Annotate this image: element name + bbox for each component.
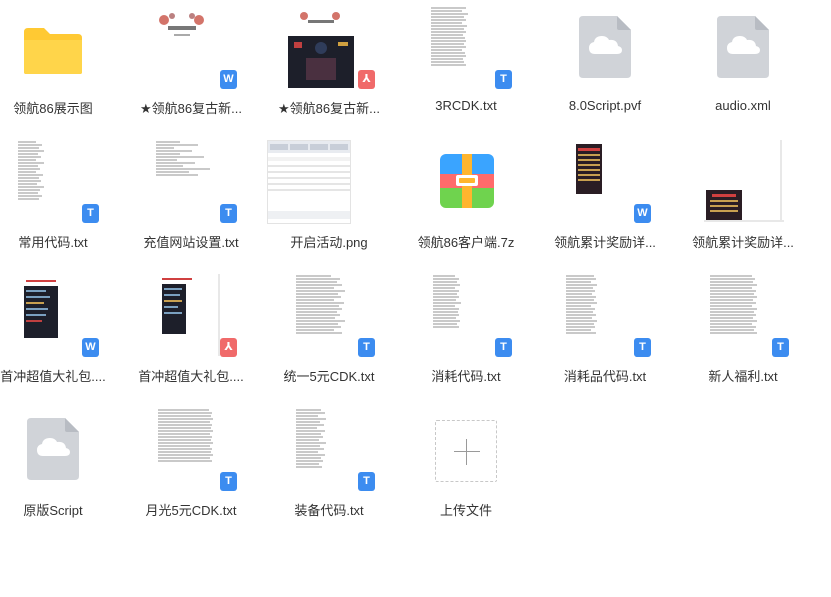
document-thumbnail xyxy=(22,274,82,356)
upload-file-button[interactable]: 上传文件 xyxy=(397,406,535,540)
txt-file-icon: T xyxy=(634,338,651,357)
txt-file-icon: T xyxy=(220,204,237,223)
file-label: 月光5元CDK.txt xyxy=(145,503,237,518)
image-thumbnail xyxy=(702,140,784,222)
file-item-txt[interactable]: T 常用代码.txt xyxy=(0,138,122,272)
file-label: 新人福利.txt xyxy=(708,369,778,384)
file-item-txt[interactable]: T 3RCDK.txt xyxy=(397,4,535,138)
file-label: audio.xml xyxy=(715,98,771,113)
file-label: 8.0Script.pvf xyxy=(568,98,642,113)
file-label: 常用代码.txt xyxy=(18,235,88,250)
text-thumbnail xyxy=(18,140,62,224)
folder-icon xyxy=(24,28,82,74)
txt-file-icon: T xyxy=(358,338,375,357)
file-grid: 领航86展示图 W ★领航86复古新... ⅄ ★领航86复古新... T 3R… xyxy=(0,0,831,597)
file-label: 消耗代码.txt xyxy=(431,369,501,384)
word-doc-icon: W xyxy=(82,338,99,357)
text-thumbnail xyxy=(296,408,346,492)
text-thumbnail xyxy=(296,274,354,358)
file-label: ★领航86复古新... xyxy=(278,101,380,116)
file-label: 原版Script xyxy=(23,503,83,518)
file-item-pvf[interactable]: 8.0Script.pvf xyxy=(536,4,674,138)
file-label: 消耗品代码.txt xyxy=(563,369,647,384)
file-label: 充值网站设置.txt xyxy=(143,235,239,250)
text-thumbnail xyxy=(431,6,475,90)
cloud-file-icon xyxy=(27,418,79,480)
txt-file-icon: T xyxy=(358,472,375,491)
text-thumbnail xyxy=(566,274,616,358)
file-item-image[interactable]: 领航累计奖励详... xyxy=(674,138,812,272)
document-thumbnail xyxy=(286,8,356,90)
file-item-word-doc[interactable]: W ★领航86复古新... xyxy=(122,4,260,138)
txt-file-icon: T xyxy=(495,70,512,89)
txt-file-icon: T xyxy=(495,338,512,357)
document-thumbnail xyxy=(570,140,626,222)
upload-dropzone[interactable] xyxy=(435,420,497,482)
text-thumbnail xyxy=(158,408,218,492)
file-item-word-doc[interactable]: W 领航累计奖励详... xyxy=(536,138,674,272)
file-item-txt[interactable]: T 新人福利.txt xyxy=(674,272,812,406)
word-doc-icon: W xyxy=(220,70,237,89)
document-thumbnail xyxy=(148,274,220,356)
file-item-png[interactable]: 开启活动.png xyxy=(260,138,398,272)
file-item-pdf-doc[interactable]: ⅄ 首冲超值大礼包.... xyxy=(122,272,260,406)
file-label: ★领航86复古新... xyxy=(140,101,242,116)
plus-icon xyxy=(454,451,480,452)
file-item-script[interactable]: 原版Script xyxy=(0,406,122,540)
image-thumbnail xyxy=(267,140,351,224)
file-label: 领航86客户端.7z xyxy=(417,235,515,250)
text-thumbnail xyxy=(156,140,216,224)
file-item-pdf-doc[interactable]: ⅄ ★领航86复古新... xyxy=(260,4,398,138)
file-label: 3RCDK.txt xyxy=(435,98,497,113)
txt-file-icon: T xyxy=(772,338,789,357)
file-label: 首冲超值大礼包.... xyxy=(138,369,244,384)
file-label: 开启活动.png xyxy=(290,235,368,250)
file-item-txt[interactable]: T 消耗代码.txt xyxy=(397,272,535,406)
cloud-file-icon xyxy=(717,16,769,78)
file-label: 统一5元CDK.txt xyxy=(283,369,375,384)
txt-file-icon: T xyxy=(82,204,99,223)
file-item-txt[interactable]: T 充值网站设置.txt xyxy=(122,138,260,272)
pdf-doc-icon: ⅄ xyxy=(358,70,375,89)
file-item-word-doc[interactable]: W 首冲超值大礼包.... xyxy=(0,272,122,406)
file-item-txt[interactable]: T 消耗品代码.txt xyxy=(536,272,674,406)
file-label: 领航累计奖励详... xyxy=(692,235,794,250)
file-item-txt[interactable]: T 月光5元CDK.txt xyxy=(122,406,260,540)
file-label: 领航累计奖励详... xyxy=(554,235,656,250)
text-thumbnail xyxy=(710,274,770,358)
cloud-file-icon xyxy=(579,16,631,78)
file-item-7z[interactable]: 领航86客户端.7z xyxy=(397,138,535,272)
upload-label: 上传文件 xyxy=(439,503,492,518)
file-item-folder[interactable]: 领航86展示图 xyxy=(0,4,122,138)
word-doc-icon: W xyxy=(634,204,651,223)
txt-file-icon: T xyxy=(220,472,237,491)
archive-icon xyxy=(440,154,494,208)
pdf-doc-icon: ⅄ xyxy=(220,338,237,357)
file-item-xml[interactable]: audio.xml xyxy=(674,4,812,138)
text-thumbnail xyxy=(433,274,477,358)
file-label: 首冲超值大礼包.... xyxy=(0,369,106,384)
file-item-txt[interactable]: T 统一5元CDK.txt xyxy=(260,272,398,406)
file-label: 装备代码.txt xyxy=(294,503,364,518)
document-thumbnail xyxy=(152,6,212,88)
file-label: 领航86展示图 xyxy=(13,101,93,116)
file-item-txt[interactable]: T 装备代码.txt xyxy=(260,406,398,540)
